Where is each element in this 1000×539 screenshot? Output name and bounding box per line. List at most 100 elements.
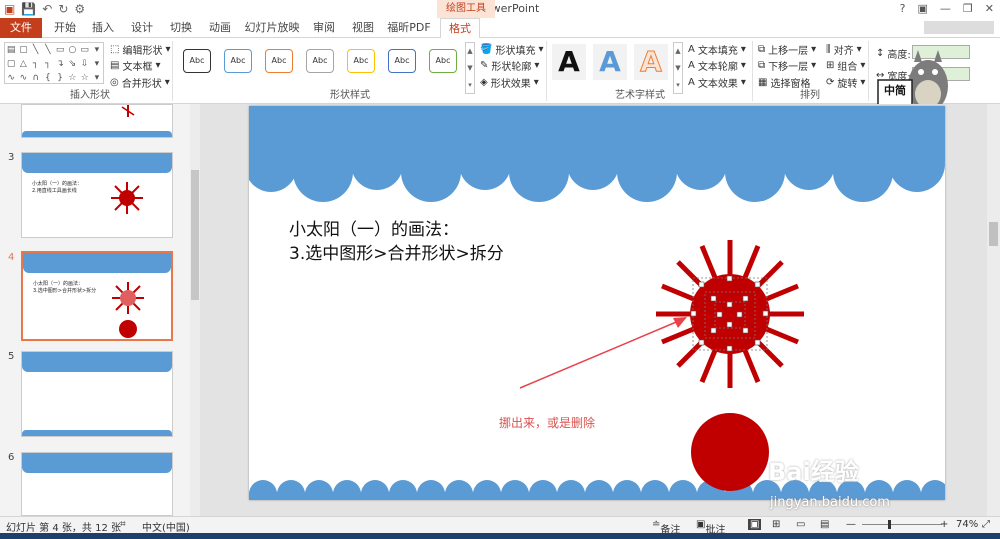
shape-effects-button[interactable]: ◈ 形状效果 ▾ (480, 75, 539, 90)
rotate-button[interactable]: ⟳ 旋转 ▾ (826, 75, 865, 90)
shape-icon[interactable]: ▾ (91, 57, 103, 71)
fit-slide-icon[interactable]: ⤢ (982, 519, 990, 530)
normal-view-icon[interactable]: ▣ (748, 519, 762, 530)
shape-icon[interactable]: ▾ (91, 71, 103, 85)
shape-icon[interactable]: ↴ (54, 57, 66, 71)
zoom-slider[interactable] (862, 524, 942, 525)
shape-icon[interactable]: ⇩ (79, 57, 91, 71)
tab-design[interactable]: 设计 (127, 18, 157, 38)
slideshow-icon[interactable]: ▤ (820, 519, 829, 530)
separated-circle[interactable] (691, 413, 769, 491)
shape-style-1[interactable]: Abc (183, 49, 211, 73)
tab-slideshow[interactable]: 幻灯片放映 (244, 18, 300, 38)
tab-transitions[interactable]: 切换 (166, 18, 196, 38)
shape-icon[interactable]: } (54, 71, 66, 85)
language-indicator[interactable]: 中文(中国) (142, 519, 190, 534)
shape-style-5[interactable]: Abc (347, 49, 375, 73)
zoom-slider-thumb[interactable] (888, 520, 891, 529)
main-scrollbar[interactable] (987, 104, 1000, 516)
effects-icon: ◈ (480, 77, 488, 88)
shape-icon[interactable]: ▤ (5, 43, 17, 57)
shape-outline-button[interactable]: ✎ 形状轮廓 ▾ (480, 58, 539, 73)
tab-animations[interactable]: 动画 (205, 18, 235, 38)
thumb-wave-bottom (22, 131, 172, 137)
shape-icon[interactable]: ☆ (79, 71, 91, 85)
tab-view[interactable]: 视图 (348, 18, 378, 38)
slide-title-text[interactable]: 小太阳（一）的画法： 3.选中图形>合并形状>拆分 (289, 218, 504, 266)
edit-shape-button[interactable]: ⬚ 编辑形状 ▾ (110, 42, 170, 57)
tab-file[interactable]: 文件 (0, 18, 42, 38)
shape-styles-scroll[interactable]: ▲ ▼ ▾ (465, 42, 475, 94)
text-outline-button[interactable]: A 文本轮廓 ▾ (688, 58, 746, 73)
account-area[interactable] (924, 21, 994, 34)
pointer-arrow (519, 319, 682, 389)
wordart-style-2[interactable]: A (593, 44, 627, 80)
shape-icon[interactable]: ▭ (79, 43, 91, 57)
tab-review[interactable]: 审阅 (309, 18, 339, 38)
text-box-button[interactable]: ▤ 文本框 ▾ (110, 58, 160, 73)
align-button[interactable]: ⫼ 对齐 ▾ (826, 42, 862, 57)
spellcheck-icon[interactable]: ⌗ (120, 519, 126, 530)
shape-icon[interactable]: ○ (66, 43, 78, 57)
group-icon: ⊞ (826, 60, 835, 71)
shape-icon[interactable]: ∿ (17, 71, 29, 85)
shape-style-3[interactable]: Abc (265, 49, 293, 73)
slide-thumbnail-4[interactable]: 小太阳（一）的画法： 3.选中图形>合并形状>拆分 (21, 251, 173, 341)
close-icon[interactable]: ✕ (985, 2, 994, 15)
ribbon-display-icon[interactable]: ▣ (918, 2, 928, 15)
send-backward-button[interactable]: ⧉ 下移一层 ▾ (758, 58, 816, 73)
slide-thumbnail-6[interactable] (21, 452, 173, 516)
zoom-level[interactable]: 74% (956, 519, 978, 530)
shapes-gallery[interactable]: ▤ ▢ ╲ ╲ ▭ ○ ▭ ▾ ▢ △ ┐ ┐ ↴ ⇘ ⇩ ▾ ∿ ∿ ∩{} ☆ ☆ ▾ (4, 42, 104, 84)
tab-foxit-pdf[interactable]: 福昕PDF (386, 18, 432, 38)
shape-style-7[interactable]: Abc (429, 49, 457, 73)
shape-icon[interactable]: ┐ (42, 57, 54, 71)
wordart-style-3[interactable]: A (634, 44, 668, 80)
shape-fill-button[interactable]: 🪣 形状填充 ▾ (480, 42, 543, 57)
thumbnail-scroll-thumb[interactable] (191, 170, 199, 300)
slide-sorter-icon[interactable]: ⊞ (772, 519, 780, 530)
shape-style-2[interactable]: Abc (224, 49, 252, 73)
shape-style-4[interactable]: Abc (306, 49, 334, 73)
shape-icon[interactable]: ▢ (17, 43, 29, 57)
help-icon[interactable]: ? (900, 2, 906, 15)
shape-icon[interactable]: ▢ (5, 57, 17, 71)
shape-icon[interactable]: △ (17, 57, 29, 71)
slide-thumbnail-3[interactable]: 小太阳（一）的画法： 2.用直线工具画长线 (21, 152, 173, 238)
chevron-down-icon: ▾ (811, 60, 817, 71)
current-slide[interactable]: 小太阳（一）的画法： 3.选中图形>合并形状>拆分 挪出来，或是删除 (249, 106, 945, 500)
shape-icon[interactable]: ╲ (42, 43, 54, 57)
zoom-in-icon[interactable]: + (940, 519, 948, 530)
shape-icon[interactable]: ┐ (30, 57, 42, 71)
shape-icon[interactable]: ☆ (66, 71, 78, 85)
slide-thumbnail-2[interactable] (21, 104, 173, 138)
shape-icon[interactable]: ▭ (54, 43, 66, 57)
zoom-out-icon[interactable]: — (846, 519, 856, 530)
shape-icon[interactable]: { (42, 71, 54, 85)
shape-icon[interactable]: ⇘ (66, 57, 78, 71)
group-button[interactable]: ⊞ 组合 ▾ (826, 58, 865, 73)
wordart-style-1[interactable]: A (552, 44, 586, 80)
text-fill-button[interactable]: A 文本填充 ▾ (688, 42, 746, 57)
shape-icon[interactable]: ∩ (30, 71, 42, 85)
tab-home[interactable]: 开始 (50, 18, 80, 38)
thumbnail-scrollbar[interactable] (190, 104, 200, 516)
restore-icon[interactable]: ❐ (963, 2, 973, 15)
comments-button[interactable]: ▣ 批注 (696, 519, 725, 536)
slide-thumbnail-5[interactable] (21, 351, 173, 437)
thumb-cloud-top (22, 453, 172, 473)
shape-icon[interactable]: ╲ (30, 43, 42, 57)
minimize-icon[interactable]: — (940, 2, 951, 15)
main-scroll-thumb[interactable] (989, 222, 998, 246)
tab-insert[interactable]: 插入 (88, 18, 118, 38)
shape-style-6[interactable]: Abc (388, 49, 416, 73)
notes-button[interactable]: ≐ 备注 (652, 519, 680, 536)
ribbon-tabs: 文件 开始 插入 设计 切换 动画 幻灯片放映 审阅 视图 福昕PDF 格式 (0, 18, 1000, 39)
shape-icon[interactable]: ▾ (91, 43, 103, 57)
reading-view-icon[interactable]: ▭ (796, 519, 805, 530)
bring-forward-button[interactable]: ⧉ 上移一层 ▾ (758, 42, 816, 57)
shape-icon[interactable]: ∿ (5, 71, 17, 85)
text-effects-button[interactable]: A 文本效果 ▾ (688, 75, 746, 90)
tab-format[interactable]: 格式 (440, 18, 480, 39)
chevron-down-icon: ▾ (534, 60, 540, 71)
